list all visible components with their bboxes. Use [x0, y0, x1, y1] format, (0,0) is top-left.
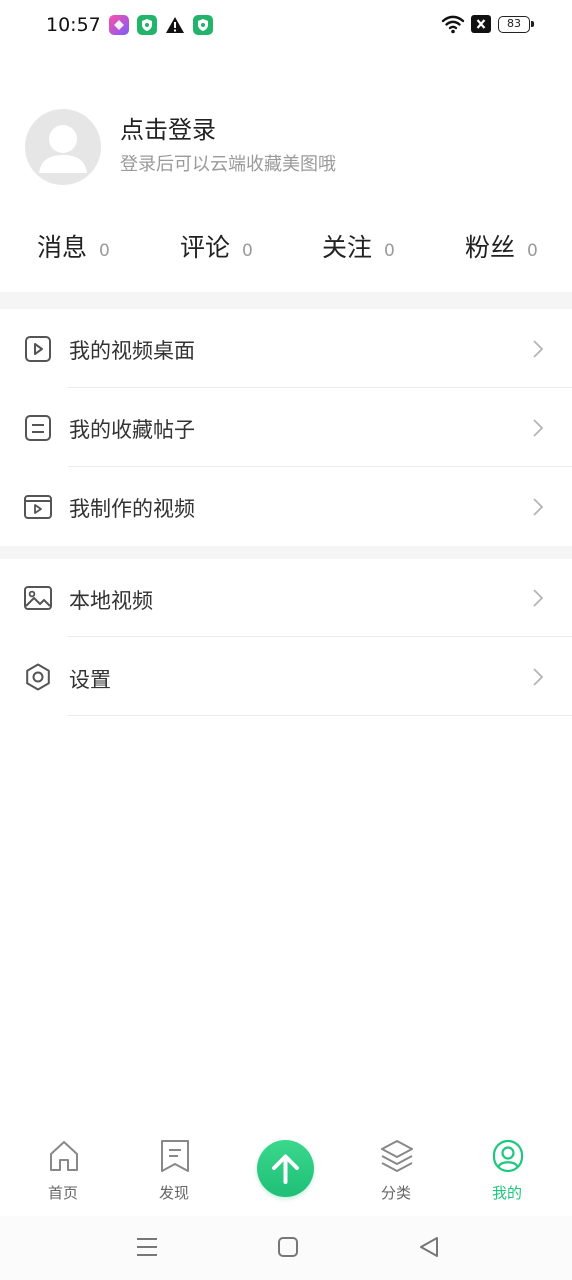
stat-comments[interactable]: 评论 0 — [180, 228, 253, 264]
back-icon[interactable] — [415, 1234, 443, 1260]
document-icon — [23, 413, 53, 443]
avatar[interactable] — [25, 109, 101, 185]
image-icon — [23, 583, 53, 613]
chevron-right-icon — [531, 417, 545, 439]
battery-icon: 83 — [498, 16, 534, 33]
divider — [68, 715, 572, 716]
menu-item-settings[interactable]: 设置 — [0, 637, 572, 716]
section-divider — [0, 292, 572, 309]
nav-mine[interactable]: 我的 — [462, 1126, 552, 1216]
nav-label: 我的 — [491, 1184, 522, 1202]
bookmark-icon — [158, 1138, 192, 1174]
layers-icon — [380, 1138, 414, 1174]
status-time: 10:57 — [46, 14, 101, 36]
stat-following[interactable]: 关注 0 — [322, 228, 395, 264]
video-desktop-icon — [23, 334, 53, 364]
menu-icon[interactable] — [133, 1234, 161, 1260]
menu-label: 设置 — [69, 668, 111, 692]
stat-fans[interactable]: 粉丝 0 — [465, 228, 538, 264]
stat-count: 0 — [242, 241, 253, 261]
upload-button[interactable] — [257, 1140, 314, 1197]
app-notification-icon — [109, 15, 129, 35]
chevron-right-icon — [531, 496, 545, 518]
upload-arrow-icon — [272, 1154, 299, 1184]
home-icon — [47, 1138, 81, 1174]
shield-icon — [193, 15, 213, 35]
default-avatar-icon — [39, 125, 87, 173]
warning-icon — [165, 15, 185, 35]
menu-item-favorite-posts[interactable]: 我的收藏帖子 — [0, 388, 572, 467]
stat-label: 关注 — [322, 233, 373, 262]
nav-label: 首页 — [47, 1184, 78, 1202]
nav-label: 分类 — [380, 1184, 411, 1202]
stat-label: 消息 — [37, 233, 88, 262]
chevron-right-icon — [531, 587, 545, 609]
chevron-right-icon — [531, 338, 545, 360]
menu-item-video-desktop[interactable]: 我的视频桌面 — [0, 309, 572, 388]
home-square-icon[interactable] — [274, 1234, 302, 1260]
nav-discover[interactable]: 发现 — [129, 1126, 219, 1216]
login-title[interactable]: 点击登录 — [120, 110, 216, 145]
stat-messages[interactable]: 消息 0 — [37, 228, 110, 264]
status-bar: 10:57 83 — [0, 0, 572, 52]
nav-category[interactable]: 分类 — [351, 1126, 441, 1216]
close-box-icon — [471, 15, 491, 37]
menu-label: 本地视频 — [69, 589, 153, 613]
stats-row: 消息 0 评论 0 关注 0 粉丝 0 — [0, 228, 572, 280]
stat-count: 0 — [527, 241, 538, 261]
user-icon — [491, 1138, 525, 1174]
section-divider — [0, 546, 572, 559]
gear-icon — [23, 662, 53, 692]
wifi-icon — [441, 14, 465, 38]
login-subtitle: 登录后可以云端收藏美图哦 — [120, 154, 336, 175]
stat-label: 评论 — [180, 233, 231, 262]
menu-label: 我制作的视频 — [69, 497, 195, 521]
menu-item-local-videos[interactable]: 本地视频 — [0, 559, 572, 638]
nav-label: 发现 — [158, 1184, 189, 1202]
video-player-icon — [23, 492, 53, 522]
stat-count: 0 — [384, 241, 395, 261]
menu-label: 我的收藏帖子 — [69, 418, 195, 442]
system-nav-bar — [0, 1216, 572, 1280]
nav-home[interactable]: 首页 — [18, 1126, 108, 1216]
menu-label: 我的视频桌面 — [69, 339, 195, 363]
stat-count: 0 — [99, 241, 110, 261]
shield-icon — [137, 15, 157, 35]
menu-item-my-videos[interactable]: 我制作的视频 — [0, 467, 572, 546]
stat-label: 粉丝 — [465, 233, 516, 262]
chevron-right-icon — [531, 666, 545, 688]
